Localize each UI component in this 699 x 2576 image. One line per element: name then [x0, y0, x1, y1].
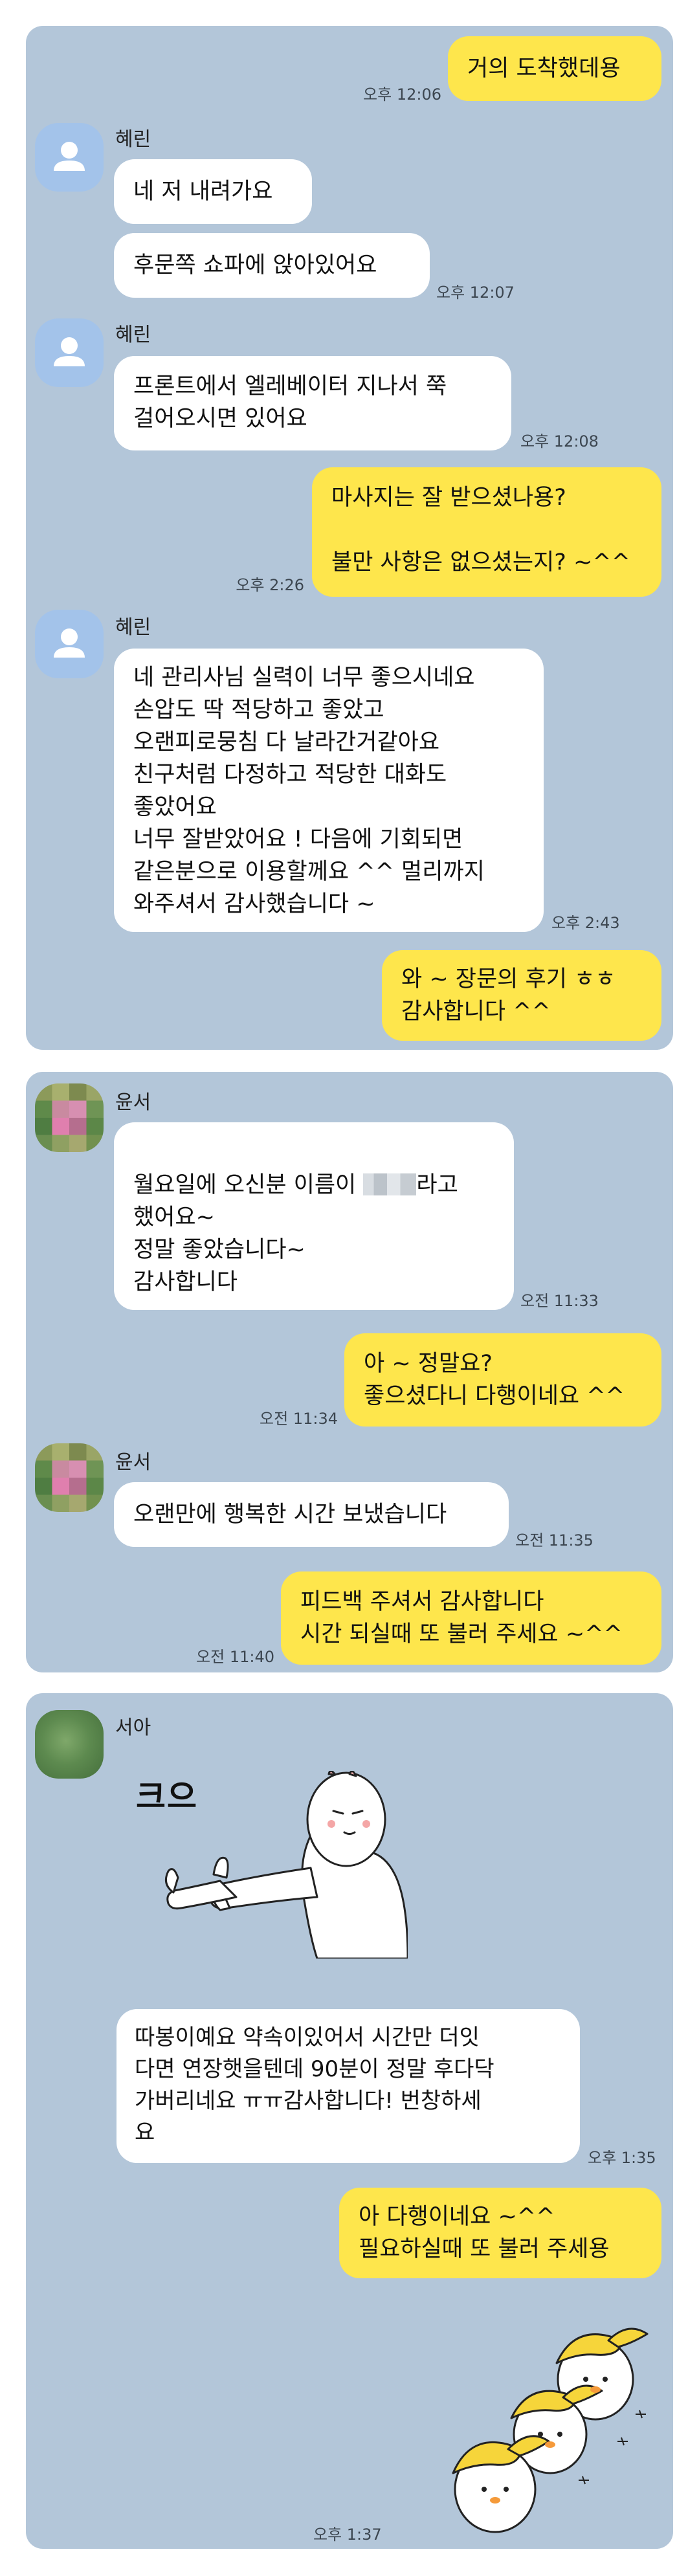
message-time: 오후 1:35 — [588, 2149, 656, 2167]
chat-panel-2: 윤서 월요일에 오신분 이름이 라고 했어요~ 정말 좋았습니다~ 감사합니다 … — [26, 1072, 673, 1672]
message-bubble-incoming[interactable]: 월요일에 오신분 이름이 라고 했어요~ 정말 좋았습니다~ 감사합니다 — [114, 1122, 514, 1310]
message-bubble-outgoing[interactable]: 와 ~ 장문의 후기 ㅎㅎ 감사합니다 ^^ — [382, 950, 661, 1041]
message-bubble-outgoing[interactable]: 아 ~ 정말요? 좋으셨다니 다행이네요 ^^ — [344, 1333, 661, 1427]
avatar-photo — [35, 1443, 104, 1512]
message-time: 오전 11:33 — [520, 1292, 599, 1310]
avatar[interactable] — [35, 1083, 104, 1152]
sender-name: 서아 — [115, 1716, 151, 1739]
sender-name: 윤서 — [115, 1451, 151, 1474]
message-bubble-incoming[interactable]: 네 저 내려가요 — [114, 159, 312, 224]
message-time: 오후 2:43 — [551, 914, 620, 932]
person-icon — [54, 142, 85, 171]
message-time: 오전 11:40 — [196, 1648, 274, 1666]
thumbs-up-sticker[interactable]: 크으 — [123, 1771, 408, 1959]
message-bubble-outgoing[interactable]: 아 다행이네요 ~^^ 필요하실때 또 불러 주세용 — [339, 2188, 661, 2278]
person-icon — [54, 337, 85, 366]
message-bubble-incoming[interactable]: 오랜만에 행복한 시간 보냈습니다 — [114, 1482, 509, 1547]
redacted-name — [363, 1173, 417, 1195]
chat-panel-1: 거의 도착했데용 오후 12:06 혜린 네 저 내려가요 후문쪽 쇼파에 앉아… — [26, 26, 673, 1050]
sender-name: 혜린 — [115, 324, 151, 346]
chat-panel-3: 서아 크으 따봉이예요 약속이있어서 시간만 더잇 다면 연장햇을텐데 90분이… — [26, 1693, 673, 2549]
message-time: 오후 2:26 — [236, 576, 304, 594]
sender-name: 혜린 — [115, 128, 151, 151]
message-bubble-incoming[interactable]: 네 관리사님 실력이 너무 좋으시네요 손압도 딱 적당하고 좋았고 오랜피로뭉… — [114, 649, 544, 932]
message-time: 오후 12:08 — [520, 432, 599, 450]
avatar[interactable] — [35, 123, 104, 192]
avatar[interactable] — [35, 610, 104, 678]
message-text: 월요일에 오신분 이름이 — [133, 1172, 364, 1198]
message-bubble-outgoing[interactable]: 마사지는 잘 받으셨나용? 불만 사항은 없으셨는지? ~^^ — [312, 467, 661, 597]
person-icon — [54, 628, 85, 658]
message-bubble-outgoing[interactable]: 피드백 주셔서 감사합니다 시간 되실때 또 불러 주세요 ~^^ — [281, 1571, 661, 1665]
message-time: 오후 12:06 — [363, 85, 441, 104]
message-time: 오전 11:34 — [260, 1410, 338, 1428]
avatar[interactable] — [35, 1443, 104, 1512]
message-time: 오후 12:07 — [436, 283, 515, 302]
avatar[interactable] — [35, 318, 104, 387]
duck-sticker[interactable] — [401, 2295, 660, 2541]
message-bubble-incoming[interactable]: 따봉이예요 약속이있어서 시간만 더잇 다면 연장햇을텐데 90분이 정말 후다… — [116, 2009, 580, 2163]
message-time: 오전 11:35 — [515, 1531, 594, 1549]
message-time: 오후 1:37 — [313, 2526, 382, 2544]
sender-name: 윤서 — [115, 1091, 151, 1114]
message-bubble-incoming[interactable]: 프론트에서 엘레베이터 지나서 쭉 걸어오시면 있어요 — [114, 356, 511, 450]
message-bubble-incoming[interactable]: 후문쪽 쇼파에 앉아있어요 — [114, 233, 430, 298]
avatar-photo — [35, 1083, 104, 1152]
avatar[interactable] — [35, 1710, 104, 1779]
sender-name: 혜린 — [115, 616, 151, 639]
message-bubble-outgoing[interactable]: 거의 도착했데용 — [448, 36, 661, 101]
